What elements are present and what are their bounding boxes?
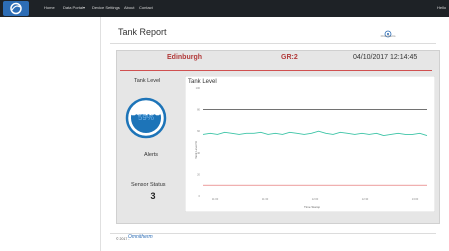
location-label: Edinburgh — [167, 54, 202, 61]
tank-level-chart: Tank Level Tank Level % Time Stamp 02040… — [185, 76, 435, 212]
x-tick-label: 11:30 — [262, 197, 269, 201]
gr-label: GR:2 — [281, 54, 298, 61]
top-navbar: Home Data Portal▾ Device Settings About … — [0, 0, 449, 17]
chart-xlabel: Time Stamp — [304, 205, 320, 209]
sensor-status-label: Sensor Status — [131, 182, 166, 188]
nav-device-settings[interactable]: Device Settings — [92, 5, 120, 10]
sensor-status-value: 3 — [150, 191, 156, 201]
x-tick-label: 13:00 — [412, 197, 419, 201]
nav-contact[interactable]: Contact — [139, 5, 153, 10]
y-tick-label: 100 — [196, 86, 201, 90]
brand-name: Omnitherm — [380, 34, 396, 38]
chart-title: Tank Level — [188, 79, 217, 85]
nav-about[interactable]: About — [124, 5, 134, 10]
alerts-label: Alerts — [144, 152, 159, 158]
x-tick-label: 11:00 — [212, 197, 219, 201]
header-divider — [120, 70, 432, 71]
footer-divider — [110, 233, 436, 234]
tank-level-label: Tank Level — [134, 78, 161, 84]
x-tick-label: 12:30 — [362, 197, 369, 201]
tank-level-gauge: 59% — [125, 97, 167, 139]
nav-home[interactable]: Home — [44, 5, 55, 10]
left-sidebar — [0, 17, 101, 251]
chart-ylabel: Tank Level % — [194, 141, 198, 159]
report-timestamp: 04/10/2017 12:14:45 — [353, 54, 418, 61]
logo-icon — [10, 2, 22, 15]
chart-frame — [185, 76, 435, 212]
x-tick-label: 12:00 — [312, 197, 319, 201]
nav-user-greeting[interactable]: Hello — [437, 5, 446, 10]
brand-logo: Omnitherm — [368, 26, 408, 40]
title-divider — [110, 43, 436, 44]
nav-data-portal[interactable]: Data Portal▾ — [63, 5, 85, 10]
footer-brand: Omnitherm — [128, 234, 153, 240]
page-title: Tank Report — [118, 27, 167, 37]
app-logo[interactable] — [3, 1, 29, 16]
tank-level-value: 59% — [138, 113, 154, 122]
